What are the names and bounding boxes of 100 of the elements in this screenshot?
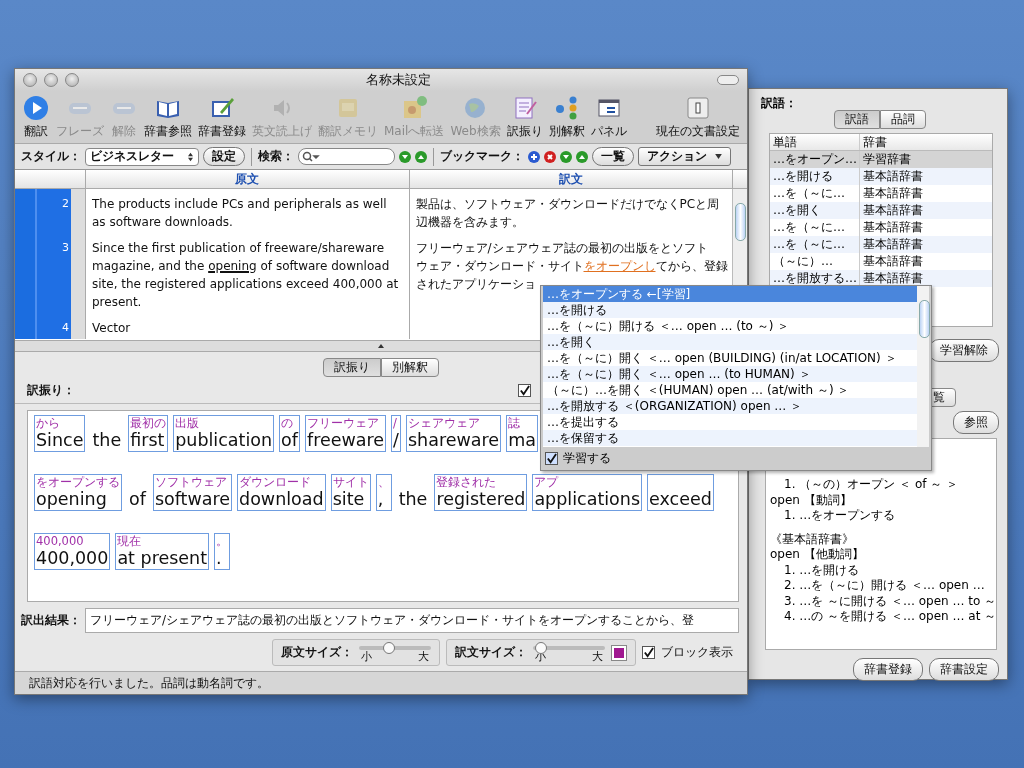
word-block: から Since (34, 415, 86, 452)
window-title: 名称未設定 (364, 71, 432, 89)
minimize-icon[interactable] (44, 73, 58, 87)
menu-item[interactable]: …を（～に）開ける ＜… open … (to ～) ＞ (543, 318, 917, 334)
menu-item[interactable]: （～に）…を開く ＜(HUMAN) open … (at/with ～) ＞ (543, 382, 917, 398)
translation-line: ウェア・ダウンロード・サイト をオープンしてから、登録 (415, 258, 728, 275)
word-block: 誌 ma (506, 415, 538, 452)
column-header[interactable]: 原文 (86, 170, 410, 188)
translation-line: 辺機器を含みます。 (415, 214, 524, 231)
checkbox[interactable] (545, 452, 558, 465)
toolbar-button[interactable]: 辞書参照 (141, 94, 195, 140)
search-icon (302, 150, 320, 163)
close-icon[interactable] (23, 73, 37, 87)
result-field[interactable]: フリーウェア/シェアウェア誌の最初の出版とソフトウェア・ダウンロード・サイトをオープンすることから、登 (85, 608, 739, 633)
view-tab[interactable]: 訳振り (323, 358, 381, 377)
source-text: Since the first publication of freeware/shareware magazine, and the opening of software download site, the registered applications exceed 400,000 at present. (92, 240, 400, 311)
scrollbar[interactable] (917, 286, 929, 447)
word-block: 登録された registered (434, 474, 528, 511)
word-block: / / (391, 415, 401, 452)
word-block: サイト site (330, 474, 371, 511)
menu-item[interactable]: …を保留する (543, 430, 917, 446)
word-text: the (397, 488, 429, 511)
translation-line: されたアプリケーショ (415, 276, 536, 293)
next-icon[interactable] (399, 150, 411, 163)
word-block: をオープンする opening (34, 474, 122, 511)
toolbar-button[interactable]: パネル (587, 94, 630, 140)
column-header[interactable]: 単語 (770, 134, 860, 150)
word-text: of (128, 488, 148, 511)
caret-icon (715, 154, 722, 159)
line-number: 4 (62, 320, 69, 336)
menu-item[interactable]: …を（～に）開く ＜… open … (to HUMAN) ＞ (543, 366, 917, 382)
splitter-handle-icon[interactable] (378, 344, 384, 348)
menu-item[interactable]: …を（～に）開く ＜… open (BUILDING) (in/at LOCATION) ＞ (543, 350, 917, 366)
entry-headword: open 【他動詞】 (770, 547, 865, 563)
entry-sense: 1. …をオープンする (783, 508, 897, 524)
toolbar-toggle-icon[interactable] (717, 75, 739, 85)
toolbar-button[interactable]: 訳振り (503, 94, 546, 140)
dictionary-button[interactable]: 辞書設定 (929, 658, 999, 681)
word-block: 現在 at present (115, 533, 210, 570)
size-label: 原文サイズ： (281, 644, 353, 661)
previous-icon[interactable] (576, 150, 588, 163)
add-icon[interactable] (528, 150, 540, 163)
word-block: 最初の first (128, 415, 169, 452)
line-number: 3 (62, 240, 69, 256)
status-bar: 訳語対応を行いました。品詞は動名詞です。 (15, 671, 747, 694)
panel-tab[interactable]: 品詞 (880, 110, 926, 129)
word-text: the (91, 429, 123, 452)
entry-sense: 1. …を開ける (783, 562, 861, 578)
slider-thumb[interactable] (382, 642, 395, 654)
unlearn-button[interactable]: 学習解除 (929, 339, 999, 362)
entry-sense: 2. …を（～に）開ける ＜… open … (783, 578, 986, 594)
delete-icon[interactable] (544, 150, 556, 163)
word-block: の of (279, 415, 300, 452)
result-label: 訳出結果： (21, 612, 81, 629)
previous-icon[interactable] (415, 150, 427, 163)
action-button[interactable]: アクション (638, 147, 731, 166)
word-block: アプ applications (532, 474, 643, 511)
table-row[interactable]: …を開ける 基本語辞書 (770, 168, 992, 185)
word-block: ソフトウェア software (152, 474, 233, 511)
toolbar-button[interactable]: 翻訳 (19, 94, 53, 140)
toolbar-button[interactable]: 辞書登録 (195, 94, 249, 140)
switch-icon (684, 94, 712, 122)
source-text: The products include PCs and peripherals as well as software downloads. (92, 196, 388, 231)
table-row[interactable]: …を開く 基本語辞書 (770, 202, 992, 219)
table-row[interactable]: …をオープン… 学習辞書 (770, 151, 992, 168)
bookmark-label: ブックマーク： (440, 148, 524, 165)
dictionary-source: 《基本語辞書》 (770, 531, 855, 547)
view-tab[interactable]: 別解釈 (381, 358, 439, 377)
menu-item[interactable]: …を提出する (543, 414, 917, 430)
toolbar-button[interactable]: 現在の文書設定 (653, 94, 743, 140)
toolbar-button[interactable]: 別解釈 (545, 94, 588, 140)
table-row[interactable]: …を開放する… 基本語辞書 (770, 270, 992, 287)
menu-item[interactable]: …を開く (543, 334, 917, 350)
word-block: 、 , (375, 474, 392, 511)
slider-thumb[interactable] (535, 642, 548, 654)
style-select[interactable]: ビジネスレター (85, 147, 199, 166)
checkbox[interactable] (642, 646, 655, 659)
next-icon[interactable] (560, 150, 572, 163)
menu-item[interactable]: …を開ける (543, 302, 917, 318)
play-icon (22, 94, 50, 122)
list-button[interactable]: 一覧 (592, 147, 634, 166)
source-text: Vector (92, 320, 132, 337)
column-header[interactable]: 辞書 (860, 134, 887, 150)
panel-tab[interactable]: 訳語 (834, 110, 880, 129)
menu-item[interactable]: …を開放する ＜(ORGANIZATION) open … ＞ (543, 398, 917, 414)
word-block: フリーウェア freeware (304, 415, 387, 452)
settings-button[interactable]: 設定 (203, 147, 245, 166)
scale-label: 大 (418, 650, 429, 663)
entry-headword: open 【動詞】 (770, 492, 853, 508)
word-block: 400,000 400,000 (34, 533, 111, 570)
search-field[interactable] (298, 148, 395, 165)
column-header[interactable]: 訳文 (409, 170, 733, 188)
size-label: 訳文サイズ： (455, 644, 527, 661)
table-row[interactable]: …を（～に… 基本語辞書 (770, 236, 992, 253)
word-block: シェアウェア shareware (406, 415, 502, 452)
checkbox[interactable] (518, 383, 531, 397)
refer-button[interactable]: 参照 (953, 411, 999, 434)
dictionary-button[interactable]: 辞書登録 (853, 658, 923, 681)
menu-item[interactable]: …をオープンする ←[学習] (543, 286, 917, 302)
zoom-icon[interactable] (65, 73, 79, 87)
